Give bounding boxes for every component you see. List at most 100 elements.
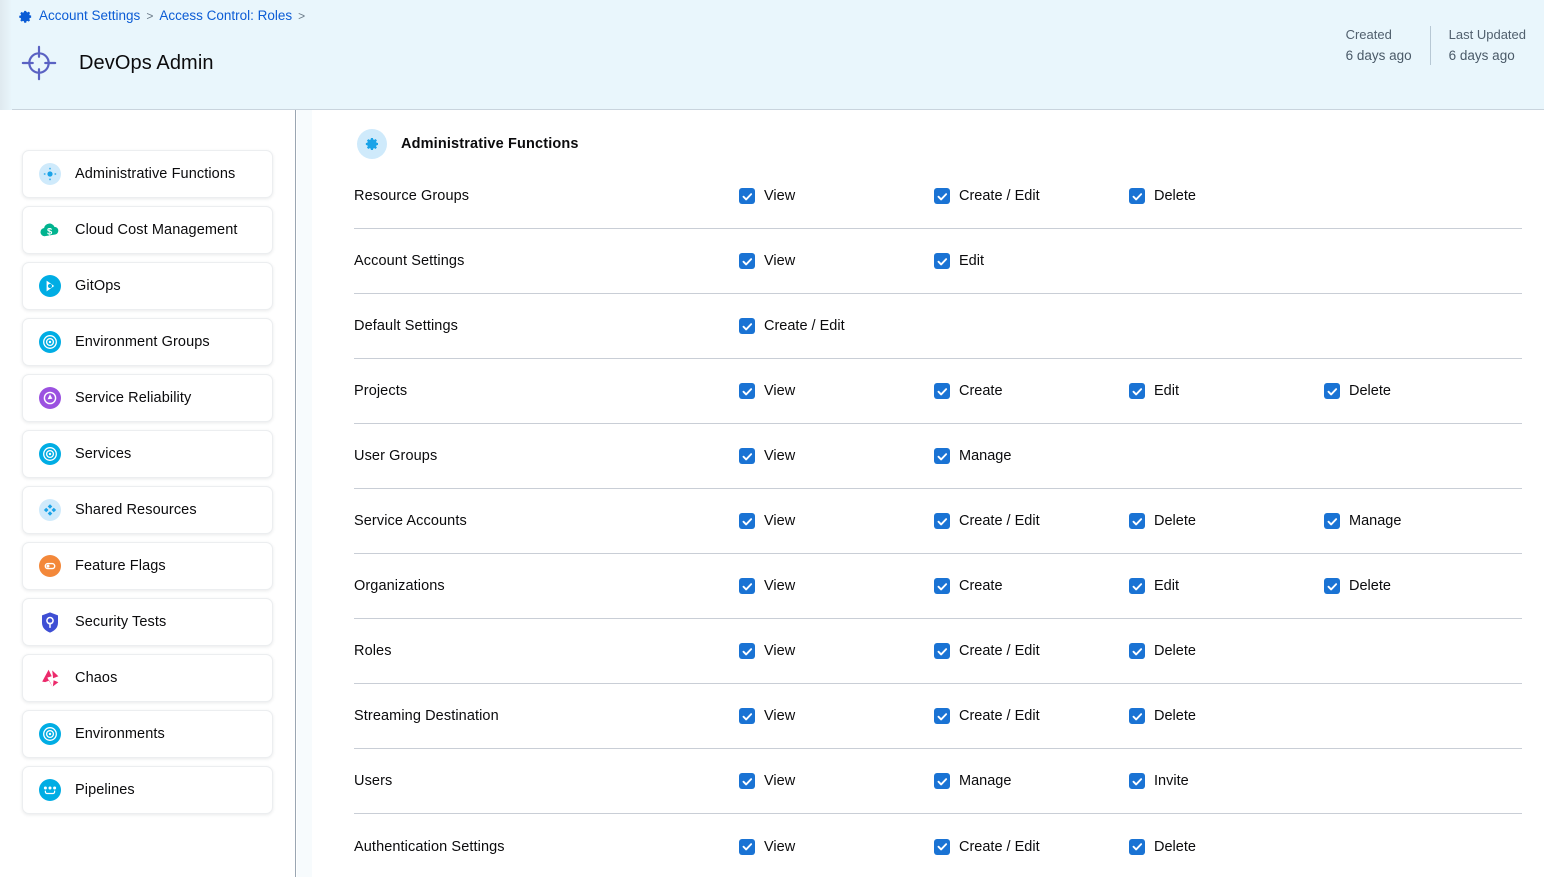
permission-users-invite[interactable]: Invite [1129, 773, 1324, 789]
table-row: Service AccountsViewCreate / EditDeleteM… [354, 489, 1522, 554]
permission-default-settings-create-edit[interactable]: Create / Edit [739, 318, 934, 334]
sidebar-item-chaos[interactable]: Chaos [22, 654, 273, 702]
permission-account-settings-edit[interactable]: Edit [934, 253, 1129, 269]
checkbox-icon[interactable] [1129, 383, 1145, 399]
checkbox-icon[interactable] [934, 578, 950, 594]
checkbox-icon[interactable] [1129, 578, 1145, 594]
permission-organizations-create[interactable]: Create [934, 578, 1129, 594]
checkbox-icon[interactable] [1324, 513, 1340, 529]
shared-resources-icon [39, 499, 61, 521]
permission-service-accounts-create-edit[interactable]: Create / Edit [934, 513, 1129, 529]
sidebar-item-pipelines[interactable]: Pipelines [22, 766, 273, 814]
permission-user-groups-manage[interactable]: Manage [934, 448, 1129, 464]
table-row: User GroupsViewManage [354, 424, 1522, 489]
permission-projects-create[interactable]: Create [934, 383, 1129, 399]
sidebar-item-feature-flags[interactable]: Feature Flags [22, 542, 273, 590]
sidebar-item-services[interactable]: Services [22, 430, 273, 478]
checkbox-icon[interactable] [934, 513, 950, 529]
checkbox-icon[interactable] [1129, 773, 1145, 789]
permission-columns: ViewCreate / EditDelete [739, 188, 1522, 204]
permission-user-groups-view[interactable]: View [739, 448, 934, 464]
checkbox-icon[interactable] [1324, 383, 1340, 399]
checkbox-icon[interactable] [1129, 643, 1145, 659]
checkbox-icon[interactable] [739, 578, 755, 594]
page-root: Account Settings > Access Control: Roles… [0, 0, 1544, 877]
sidebar-item-cloud-cost-management[interactable]: $Cloud Cost Management [22, 206, 273, 254]
checkbox-icon[interactable] [739, 318, 755, 334]
checkbox-icon[interactable] [1129, 839, 1145, 855]
service-reliability-icon [39, 387, 61, 409]
permission-streaming-destination-view[interactable]: View [739, 708, 934, 724]
permission-columns: ViewCreate / EditDelete [739, 643, 1522, 659]
permission-authentication-settings-view[interactable]: View [739, 839, 934, 855]
checkbox-icon[interactable] [739, 253, 755, 269]
permission-streaming-destination-delete[interactable]: Delete [1129, 708, 1324, 724]
permission-service-accounts-manage[interactable]: Manage [1324, 513, 1519, 529]
gear-circle-icon [39, 163, 61, 185]
checkbox-icon[interactable] [934, 839, 950, 855]
checkbox-icon[interactable] [739, 773, 755, 789]
permission-streaming-destination-create-edit[interactable]: Create / Edit [934, 708, 1129, 724]
checkbox-icon[interactable] [1129, 708, 1145, 724]
permission-columns: View Edit [739, 253, 1522, 269]
permission-projects-view[interactable]: View [739, 383, 934, 399]
permission-resource-groups-create-edit[interactable]: Create / Edit [934, 188, 1129, 204]
sidebar-content-gutter [297, 110, 312, 877]
permission-roles-create-edit[interactable]: Create / Edit [934, 643, 1129, 659]
permission-label: Edit [959, 253, 984, 269]
sidebar-item-gitops[interactable]: GitOps [22, 262, 273, 310]
permission-authentication-settings-create-edit[interactable]: Create / Edit [934, 839, 1129, 855]
sidebar-item-security-tests[interactable]: Security Tests [22, 598, 273, 646]
permission-account-settings-view[interactable]: View [739, 253, 934, 269]
checkbox-icon[interactable] [1129, 513, 1145, 529]
permission-roles-delete[interactable]: Delete [1129, 643, 1324, 659]
permission-users-view[interactable]: View [739, 773, 934, 789]
permission-label: View [764, 773, 795, 789]
permission-organizations-view[interactable]: View [739, 578, 934, 594]
permission-roles-view[interactable]: View [739, 643, 934, 659]
checkbox-icon[interactable] [739, 188, 755, 204]
checkbox-icon[interactable] [739, 643, 755, 659]
sidebar-item-environments[interactable]: Environments [22, 710, 273, 758]
checkbox-icon[interactable] [1324, 578, 1340, 594]
permission-label: View [764, 578, 795, 594]
sidebar-item-administrative-functions[interactable]: Administrative Functions [22, 150, 273, 198]
checkbox-icon[interactable] [739, 513, 755, 529]
permission-projects-delete[interactable]: Delete [1324, 383, 1519, 399]
permission-organizations-delete[interactable]: Delete [1324, 578, 1519, 594]
checkbox-icon[interactable] [934, 708, 950, 724]
checkbox-icon[interactable] [934, 773, 950, 789]
checkbox-icon[interactable] [934, 448, 950, 464]
services-icon [39, 443, 61, 465]
sidebar-item-shared-resources[interactable]: Shared Resources [22, 486, 273, 534]
checkbox-icon[interactable] [739, 839, 755, 855]
cloud-dollar-icon: $ [39, 219, 61, 241]
permission-label: View [764, 448, 795, 464]
breadcrumb-item-account-settings[interactable]: Account Settings [39, 7, 140, 25]
checkbox-icon[interactable] [739, 383, 755, 399]
checkbox-icon[interactable] [1129, 188, 1145, 204]
checkbox-icon[interactable] [934, 253, 950, 269]
permission-resource-name: Resource Groups [354, 188, 739, 204]
permission-resource-name: Users [354, 773, 739, 789]
sidebar-item-label: Service Reliability [75, 390, 191, 406]
permission-resource-groups-view[interactable]: View [739, 188, 934, 204]
permission-label: Delete [1154, 708, 1196, 724]
checkbox-icon[interactable] [934, 188, 950, 204]
sidebar-item-service-reliability[interactable]: Service Reliability [22, 374, 273, 422]
permission-users-manage[interactable]: Manage [934, 773, 1129, 789]
sidebar-item-environment-groups[interactable]: Environment Groups [22, 318, 273, 366]
checkbox-icon[interactable] [739, 708, 755, 724]
permission-label: View [764, 383, 795, 399]
checkbox-icon[interactable] [934, 643, 950, 659]
checkbox-icon[interactable] [739, 448, 755, 464]
permission-resource-groups-delete[interactable]: Delete [1129, 188, 1324, 204]
meta-last-updated-label: Last Updated [1449, 26, 1526, 43]
permission-projects-edit[interactable]: Edit [1129, 383, 1324, 399]
breadcrumb-item-access-control-roles[interactable]: Access Control: Roles [159, 7, 292, 25]
checkbox-icon[interactable] [934, 383, 950, 399]
permission-service-accounts-view[interactable]: View [739, 513, 934, 529]
permission-authentication-settings-delete[interactable]: Delete [1129, 839, 1324, 855]
permission-service-accounts-delete[interactable]: Delete [1129, 513, 1324, 529]
permission-organizations-edit[interactable]: Edit [1129, 578, 1324, 594]
